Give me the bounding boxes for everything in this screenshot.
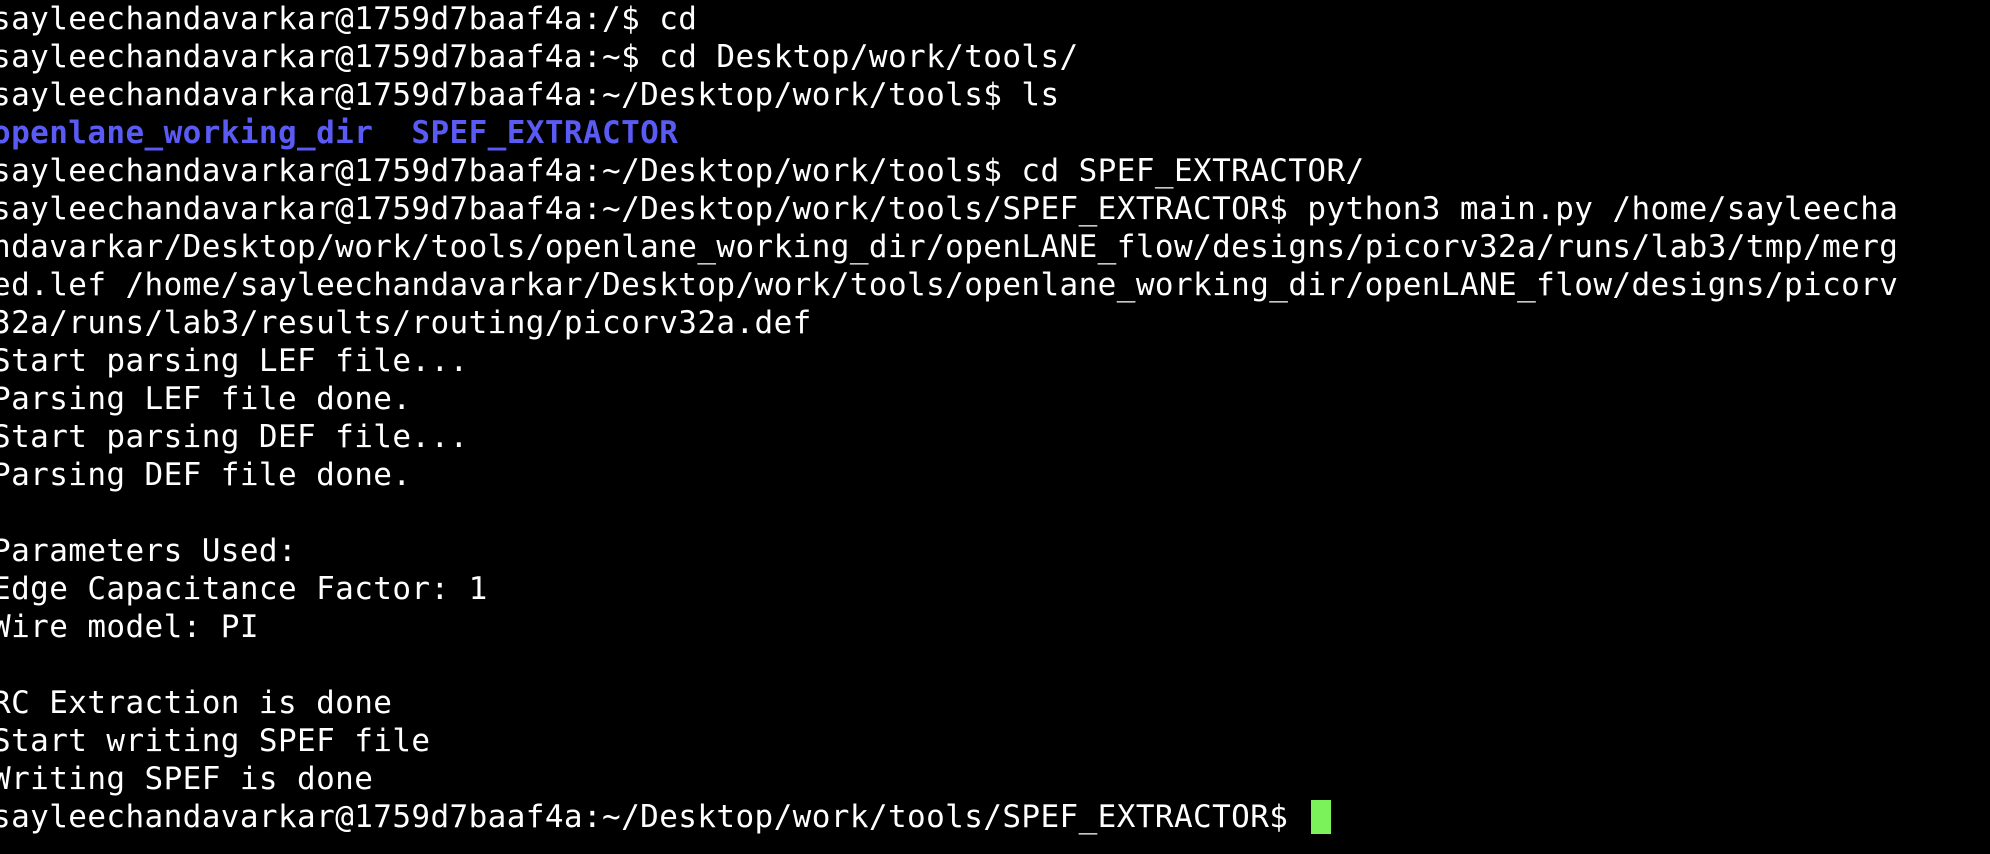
ls-dir-openlane-working-dir: openlane_working_dir xyxy=(0,115,374,151)
terminal-line-16: Edge Capacitance Factor: 1 xyxy=(0,571,488,607)
terminal-line-8: ed.lef /home/sayleechandavarkar/Desktop/… xyxy=(0,267,1899,303)
terminal-line-19: RC Extraction is done xyxy=(0,685,393,721)
ls-dir-spef-extractor: SPEF_EXTRACTOR xyxy=(411,115,679,151)
terminal-line-7: ndavarkar/Desktop/work/tools/openlane_wo… xyxy=(0,229,1899,265)
shell-prompt: sayleechandavarkar@1759d7baaf4a:~/Deskto… xyxy=(0,799,1308,835)
terminal-line-21: Writing SPEF is done xyxy=(0,761,374,797)
terminal-line-11: Parsing LEF file done. xyxy=(0,381,412,417)
ls-output-line: openlane_working_dir SPEF_EXTRACTOR xyxy=(0,114,1990,152)
terminal-line-13: Parsing DEF file done. xyxy=(0,457,412,493)
terminal-cursor xyxy=(1311,799,1332,834)
terminal-line-5: sayleechandavarkar@1759d7baaf4a:~/Deskto… xyxy=(0,153,1365,189)
terminal-line-18 xyxy=(0,646,1990,684)
terminal-line-3: sayleechandavarkar@1759d7baaf4a:~/Deskto… xyxy=(0,77,1060,113)
terminal-line-2: sayleechandavarkar@1759d7baaf4a:~$ cd De… xyxy=(0,39,1079,75)
terminal-line-10: Start parsing LEF file... xyxy=(0,343,469,379)
terminal-line-12: Start parsing DEF file... xyxy=(0,419,469,455)
terminal-line-6: sayleechandavarkar@1759d7baaf4a:~/Deskto… xyxy=(0,191,1899,227)
terminal-line-17: Wire model: PI xyxy=(0,609,259,645)
terminal-line-20: Start writing SPEF file xyxy=(0,723,431,759)
terminal-window[interactable]: sayleechandavarkar@1759d7baaf4a:/$ cd sa… xyxy=(0,0,1990,854)
terminal-line-1: sayleechandavarkar@1759d7baaf4a:/$ cd xyxy=(0,1,698,37)
terminal-line-14 xyxy=(0,494,1990,532)
prompt-line[interactable]: sayleechandavarkar@1759d7baaf4a:~/Deskto… xyxy=(0,798,1990,836)
terminal-line-9: 32a/runs/lab3/results/routing/picorv32a.… xyxy=(0,305,812,341)
terminal-line-15: Parameters Used: xyxy=(0,533,298,569)
